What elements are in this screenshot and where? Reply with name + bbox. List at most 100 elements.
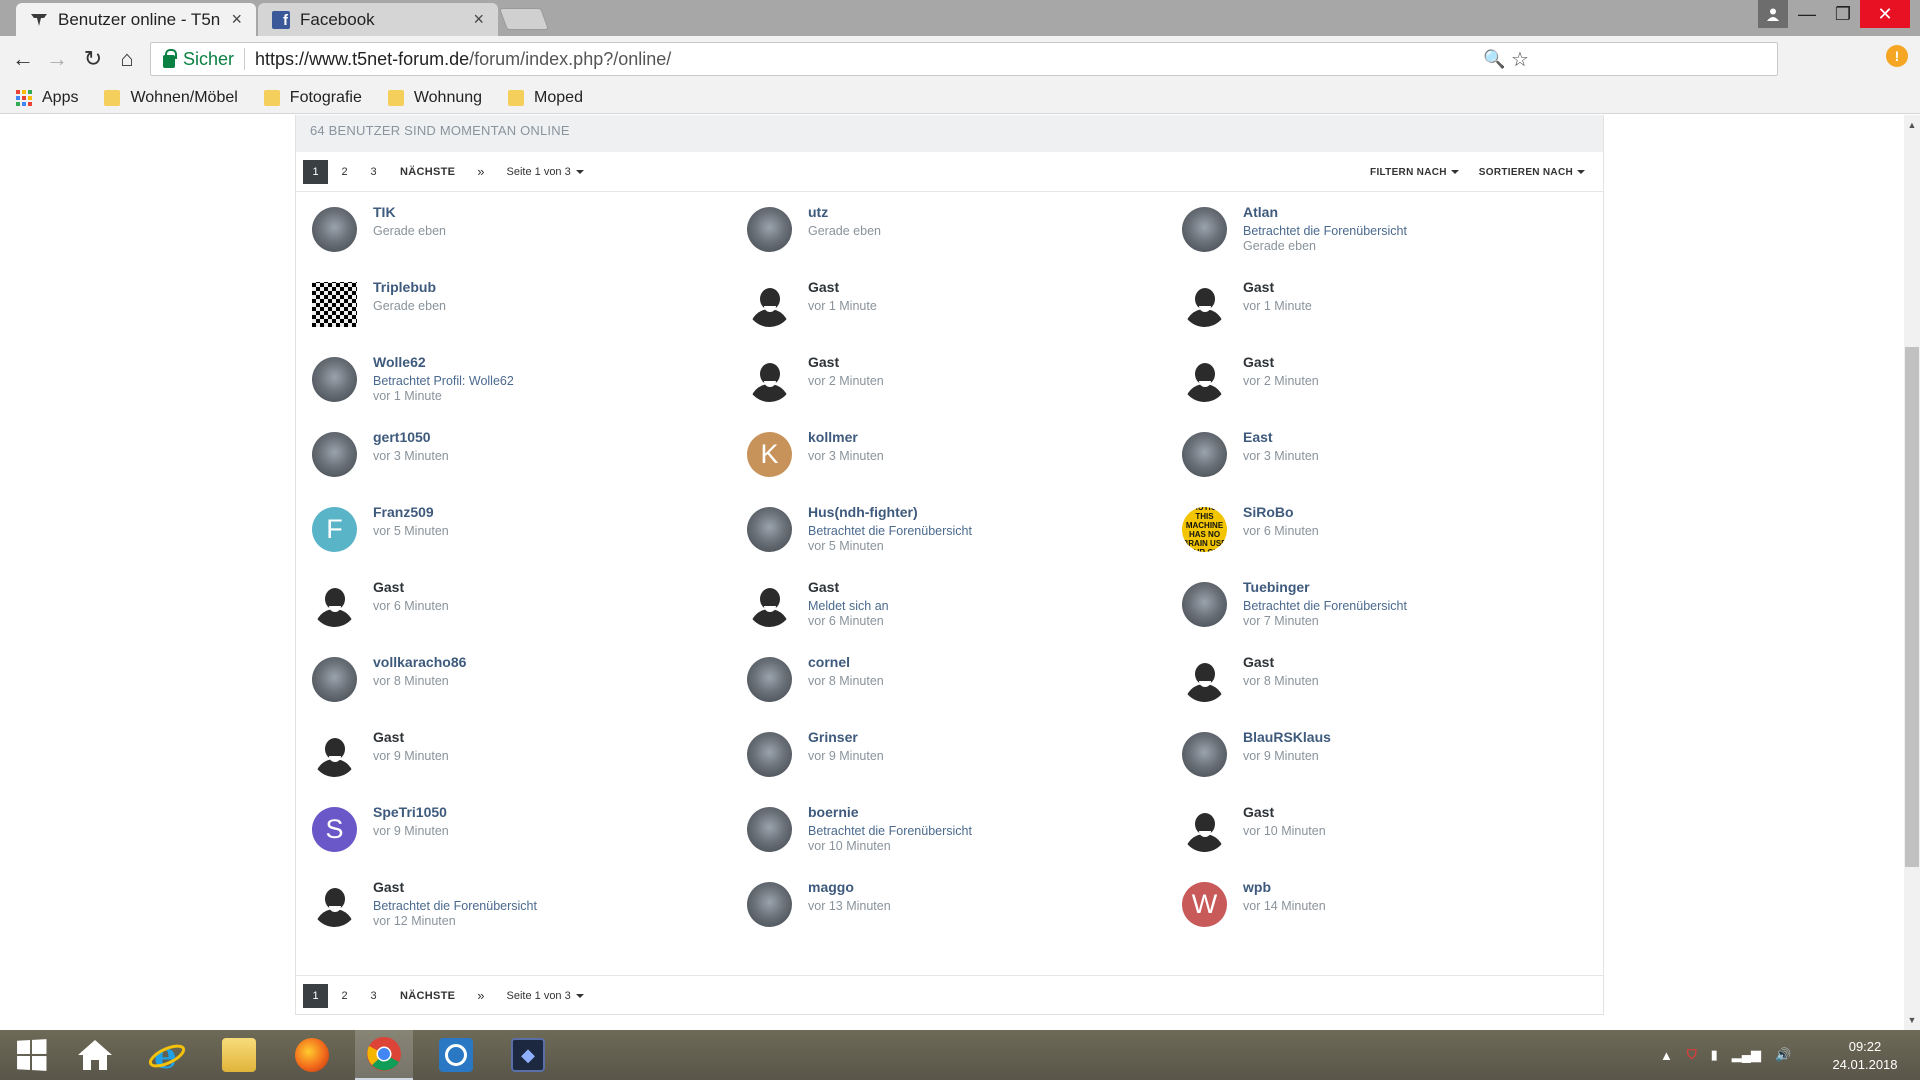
taskbar-home[interactable] (66, 1030, 124, 1080)
window-close-button[interactable]: ✕ (1860, 0, 1910, 28)
user-avatar-photo[interactable] (747, 882, 792, 927)
user-name-link[interactable]: utz (808, 204, 828, 220)
taskbar-firefox[interactable] (283, 1030, 341, 1080)
user-avatar-caution[interactable]: CAUTION THIS MACHINE HAS NO BRAIN USE YO… (1182, 507, 1227, 552)
user-avatar-photo[interactable] (1182, 432, 1227, 477)
page-link-3[interactable]: 3 (361, 160, 386, 184)
user-name-link[interactable]: cornel (808, 654, 850, 670)
bookmark-folder-wohnen-moebel[interactable]: Wohnen/Möbel (104, 89, 238, 107)
scroll-down-icon[interactable]: ▼ (1904, 1012, 1920, 1028)
bookmark-folder-fotografie[interactable]: Fotografie (263, 89, 362, 107)
user-name-link[interactable]: Tuebinger (1243, 579, 1310, 595)
tab-close-icon[interactable]: × (473, 9, 484, 30)
taskbar-app-dark[interactable]: ◆ (499, 1030, 557, 1080)
filter-dropdown[interactable]: FILTERN NACH (1370, 167, 1459, 178)
battery-icon[interactable]: ▮ (1711, 1047, 1718, 1063)
page-jump-dropdown[interactable]: Seite 1 von 3 (507, 990, 584, 1002)
user-name-link[interactable]: Hus(ndh-fighter) (808, 504, 918, 520)
user-avatar[interactable]: F (312, 507, 357, 552)
user-name-link[interactable]: Atlan (1243, 204, 1278, 220)
user-avatar[interactable]: S (312, 807, 357, 852)
secure-indicator[interactable]: Sicher (151, 48, 234, 70)
user-name-link[interactable]: gert1050 (373, 429, 431, 445)
tab-benutzer-online[interactable]: Benutzer online - T5net-F × (16, 3, 256, 36)
last-page-icon[interactable]: » (477, 164, 484, 179)
window-minimize-button[interactable]: — (1790, 0, 1824, 28)
user-avatar-photo[interactable] (312, 657, 357, 702)
user-name-link[interactable]: Franz509 (373, 504, 434, 520)
user-avatar[interactable]: W (1182, 882, 1227, 927)
bookmark-star-icon[interactable]: ☆ (1511, 47, 1529, 72)
user-name-link[interactable]: maggo (808, 879, 854, 895)
new-tab-button[interactable] (498, 8, 550, 30)
user-avatar-photo[interactable] (747, 207, 792, 252)
user-name-link[interactable]: Grinser (808, 729, 858, 745)
user-activity-link[interactable]: Betrachtet die Forenübersicht (1243, 599, 1407, 613)
user-name-link[interactable]: wpb (1243, 879, 1271, 895)
tab-facebook[interactable]: f Facebook × (258, 3, 498, 36)
last-page-icon[interactable]: » (477, 988, 484, 1003)
next-page-link[interactable]: NÄCHSTE (400, 990, 455, 1002)
page-link-1[interactable]: 1 (303, 983, 328, 1008)
reload-icon[interactable]: ↻ (78, 44, 108, 74)
user-avatar[interactable]: K (747, 432, 792, 477)
user-name-link[interactable]: BlauRSKlaus (1243, 729, 1331, 745)
page-link-2[interactable]: 2 (332, 984, 357, 1008)
user-name-link[interactable]: Wolle62 (373, 354, 426, 370)
user-name-link[interactable]: East (1243, 429, 1273, 445)
taskbar-internet-explorer[interactable]: e (138, 1030, 196, 1080)
zoom-icon[interactable]: 🔍 (1483, 49, 1505, 70)
user-avatar-photo[interactable] (312, 432, 357, 477)
sort-dropdown[interactable]: SORTIEREN NACH (1479, 167, 1585, 178)
user-avatar-photo[interactable] (747, 807, 792, 852)
bookmark-apps[interactable]: Apps (16, 89, 78, 107)
user-avatar-photo[interactable] (747, 657, 792, 702)
network-signal-icon[interactable]: ▂▄▆ (1732, 1047, 1761, 1063)
back-arrow-icon[interactable]: ← (8, 44, 38, 74)
taskbar-file-explorer[interactable] (210, 1030, 268, 1080)
user-avatar-photo[interactable] (1182, 732, 1227, 777)
antivirus-shield-icon[interactable]: ⛉ (1687, 1047, 1697, 1063)
user-name-link[interactable]: vollkaracho86 (373, 654, 466, 670)
user-avatar-qr[interactable] (312, 282, 357, 327)
taskbar-clock[interactable]: 09:22 24.01.2018 (1820, 1038, 1910, 1074)
page-link-3[interactable]: 3 (361, 984, 386, 1008)
tab-close-icon[interactable]: × (231, 9, 242, 30)
profile-icon[interactable] (1758, 0, 1788, 28)
scrollbar-thumb[interactable] (1905, 347, 1919, 867)
user-avatar-photo[interactable] (747, 732, 792, 777)
user-name-link[interactable]: Triplebub (373, 279, 436, 295)
taskbar-app-circle[interactable] (427, 1030, 485, 1080)
user-name-link[interactable]: boernie (808, 804, 859, 820)
user-name-link[interactable]: TIK (373, 204, 396, 220)
address-bar[interactable]: Sicher https:// www.t5net-forum.de /foru… (150, 42, 1778, 76)
user-name-link[interactable]: kollmer (808, 429, 858, 445)
taskbar-chrome[interactable] (355, 1030, 413, 1080)
forward-arrow-icon[interactable]: → (42, 44, 72, 74)
page-link-2[interactable]: 2 (332, 160, 357, 184)
user-name-link[interactable]: SpeTri1050 (373, 804, 447, 820)
user-name-link[interactable]: SiRoBo (1243, 504, 1294, 520)
bookmark-folder-moped[interactable]: Moped (508, 89, 583, 107)
scroll-up-icon[interactable]: ▲ (1904, 117, 1920, 133)
tray-overflow-icon[interactable]: ▲ (1660, 1048, 1673, 1063)
extension-alert-icon[interactable]: ! (1886, 45, 1908, 67)
user-avatar-photo[interactable] (312, 207, 357, 252)
user-activity-link[interactable]: Betrachtet die Forenübersicht (808, 524, 972, 538)
user-activity-link[interactable]: Betrachtet die Forenübersicht (808, 824, 972, 838)
bookmark-folder-wohnung[interactable]: Wohnung (387, 89, 482, 107)
page-jump-dropdown[interactable]: Seite 1 von 3 (507, 166, 584, 178)
user-avatar-photo[interactable] (1182, 582, 1227, 627)
user-avatar-photo[interactable] (747, 507, 792, 552)
user-activity-link[interactable]: Meldet sich an (808, 599, 889, 613)
user-activity-link[interactable]: Betrachtet Profil: Wolle62 (373, 374, 514, 388)
user-activity-link[interactable]: Betrachtet die Forenübersicht (1243, 224, 1407, 238)
start-button[interactable] (2, 1030, 60, 1080)
page-link-1[interactable]: 1 (303, 159, 328, 184)
window-maximize-button[interactable]: ❐ (1826, 0, 1860, 28)
home-icon[interactable]: ⌂ (112, 44, 142, 74)
user-activity-link[interactable]: Betrachtet die Forenübersicht (373, 899, 537, 913)
volume-icon[interactable]: 🔊 (1775, 1047, 1791, 1063)
next-page-link[interactable]: NÄCHSTE (400, 166, 455, 178)
user-avatar-photo[interactable] (312, 357, 357, 402)
